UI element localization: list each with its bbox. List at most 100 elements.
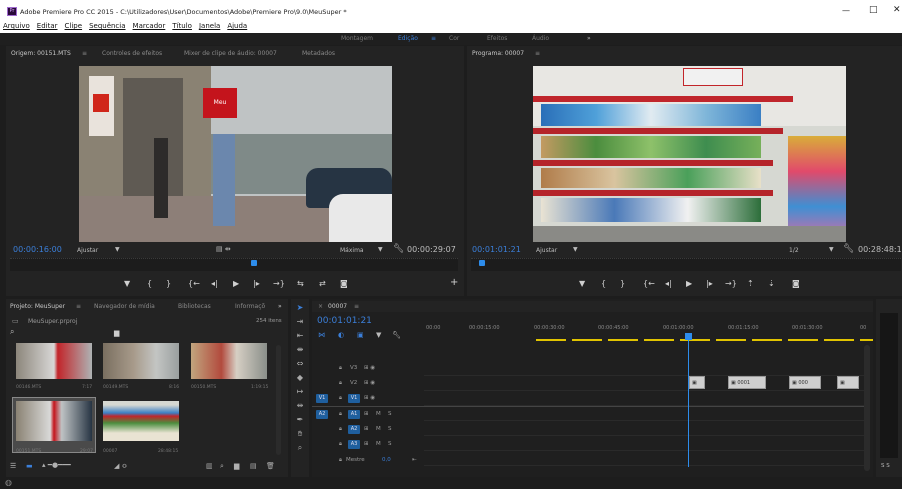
sync-icon[interactable]: ⊞ ◉: [364, 380, 375, 386]
track-target-a1[interactable]: A1: [348, 410, 360, 419]
menu-titulo[interactable]: Título: [172, 22, 192, 30]
hand-tool-icon[interactable]: ✋︎: [295, 429, 305, 439]
panel-more-icon[interactable]: »: [278, 303, 282, 310]
chevron-down-icon[interactable]: ▼: [573, 246, 578, 253]
track-target-v1[interactable]: V1: [348, 394, 360, 403]
new-item-icon[interactable]: ▤: [250, 462, 257, 470]
workspace-menu-icon[interactable]: ≡: [431, 35, 436, 42]
ripple-edit-icon[interactable]: ⇤: [295, 331, 305, 341]
tab-source[interactable]: Origem: 00151.MTS: [11, 50, 71, 57]
lock-icon[interactable]: 🔒︎: [339, 411, 342, 418]
tab-menu-icon[interactable]: ≡: [354, 303, 359, 310]
chevron-down-icon[interactable]: ▼: [829, 246, 834, 253]
settings-wrench-icon[interactable]: 🔧︎: [392, 331, 401, 339]
camera-icon[interactable]: ◙: [340, 279, 348, 288]
lock-icon[interactable]: 🔒︎: [339, 441, 342, 448]
mute-button[interactable]: M: [376, 411, 381, 417]
tab-menu-icon[interactable]: ≡: [535, 50, 540, 57]
selection-tool-icon[interactable]: ➤: [295, 303, 305, 313]
workspace-montagem[interactable]: Montagem: [341, 35, 373, 42]
search-icon[interactable]: ⌕: [10, 327, 14, 337]
tab-audio-mixer[interactable]: Mixer de clipe de áudio: 00007: [184, 50, 277, 57]
source-timecode[interactable]: 00:00:16:00: [13, 245, 62, 254]
new-bin-icon[interactable]: ▆: [114, 329, 119, 337]
tab-project[interactable]: Projeto: MeuSuper: [10, 303, 65, 310]
add-marker-icon[interactable]: ▼: [124, 279, 130, 288]
tab-sequence[interactable]: 00007: [328, 303, 347, 310]
clip-thumbnail-selected[interactable]: [12, 397, 96, 453]
lock-icon[interactable]: 🔒︎: [339, 457, 342, 464]
video-clip[interactable]: ▣ 000: [789, 376, 821, 389]
step-back-icon[interactable]: ◂|: [211, 279, 218, 288]
source-scrubber[interactable]: [10, 258, 458, 271]
menu-janela[interactable]: Janela: [199, 22, 220, 30]
playhead-marker[interactable]: [251, 260, 257, 266]
clip-type-icon[interactable]: ▤ ⇹: [216, 245, 231, 253]
tab-info[interactable]: Informaçõ: [235, 303, 265, 310]
menu-sequencia[interactable]: Sequência: [89, 22, 125, 30]
source-patch-a2[interactable]: A2: [316, 410, 328, 419]
workspace-audio[interactable]: Áudio: [532, 35, 549, 42]
menu-editar[interactable]: Editar: [37, 22, 58, 30]
icon-view-icon[interactable]: ▬: [26, 462, 33, 470]
automate-icon[interactable]: ▥: [206, 462, 213, 470]
sync-icon[interactable]: ⊞: [364, 426, 369, 432]
rate-stretch-icon[interactable]: ⇔: [295, 359, 305, 369]
meter-solo-labels[interactable]: S S: [881, 463, 890, 469]
solo-button[interactable]: S: [388, 426, 392, 432]
workspace-edicao[interactable]: Edição: [398, 35, 418, 42]
menu-clipe[interactable]: Clipe: [65, 22, 83, 30]
tab-program[interactable]: Programa: 00007: [472, 50, 524, 57]
play-icon[interactable]: ▶: [233, 279, 239, 288]
tab-effect-controls[interactable]: Controles de efeitos: [102, 50, 162, 57]
clip-thumbnail[interactable]: [191, 343, 267, 379]
playhead-handle[interactable]: [685, 333, 692, 340]
menu-arquivo[interactable]: Arquivo: [3, 22, 30, 30]
tab-menu-icon[interactable]: ≡: [76, 303, 81, 310]
playhead[interactable]: [688, 335, 689, 467]
add-button[interactable]: +: [450, 277, 458, 288]
solo-button[interactable]: S: [388, 441, 392, 447]
program-fit-select[interactable]: Ajustar: [536, 247, 557, 254]
lock-icon[interactable]: 🔒︎: [339, 365, 342, 372]
mute-button[interactable]: M: [376, 441, 381, 447]
snap-icon[interactable]: ⋈: [318, 331, 325, 339]
clip-thumbnail[interactable]: [103, 343, 179, 379]
track-select-icon[interactable]: ⇥: [295, 317, 305, 327]
playhead-marker[interactable]: [479, 260, 485, 266]
menu-marcador[interactable]: Marcador: [133, 22, 166, 30]
pen-tool-icon[interactable]: ✒: [295, 415, 305, 425]
linked-selection-icon[interactable]: ◐: [338, 331, 344, 339]
razor-tool-icon[interactable]: ◆: [295, 373, 305, 383]
zoom-tool-icon[interactable]: ⌕: [295, 443, 305, 453]
go-to-out-icon[interactable]: →}: [273, 279, 285, 288]
sync-icon[interactable]: ⊞: [364, 411, 369, 417]
source-quality-select[interactable]: Máxima: [340, 247, 364, 254]
trash-icon[interactable]: 🗑︎: [266, 462, 275, 470]
camera-icon[interactable]: ◙: [792, 279, 800, 288]
play-icon[interactable]: ▶: [686, 279, 692, 288]
step-back-icon[interactable]: ◂|: [665, 279, 672, 288]
slide-tool-icon[interactable]: ⇹: [295, 401, 305, 411]
add-marker-icon[interactable]: ▼: [579, 279, 585, 288]
timeline-scrollbar[interactable]: [864, 345, 870, 471]
chevron-down-icon[interactable]: ▼: [378, 246, 383, 253]
lift-icon[interactable]: ⇡: [747, 279, 754, 288]
mark-in-icon[interactable]: {: [601, 279, 606, 288]
find-icon[interactable]: ⌕: [220, 462, 224, 471]
time-ruler[interactable]: 00:00 00:00:15:00 00:00:30:00 00:00:45:0…: [424, 325, 873, 343]
video-clip[interactable]: ▣ 0001: [728, 376, 766, 389]
track-target-a2[interactable]: A2: [348, 425, 360, 434]
slip-tool-icon[interactable]: ↦: [295, 387, 305, 397]
step-forward-icon[interactable]: |▸: [706, 279, 713, 288]
scrollbar[interactable]: [276, 345, 281, 455]
program-scrubber[interactable]: [471, 258, 901, 271]
go-to-in-icon[interactable]: {←: [188, 279, 200, 288]
lock-icon[interactable]: 🔒︎: [339, 380, 342, 387]
solo-button[interactable]: S: [388, 411, 392, 417]
search-input[interactable]: [20, 329, 100, 337]
rolling-edit-icon[interactable]: ⇼: [295, 345, 305, 355]
master-volume[interactable]: 0,0: [382, 457, 391, 463]
sync-icon[interactable]: ⊞: [364, 441, 369, 447]
tab-menu-icon[interactable]: ≡: [82, 50, 87, 57]
